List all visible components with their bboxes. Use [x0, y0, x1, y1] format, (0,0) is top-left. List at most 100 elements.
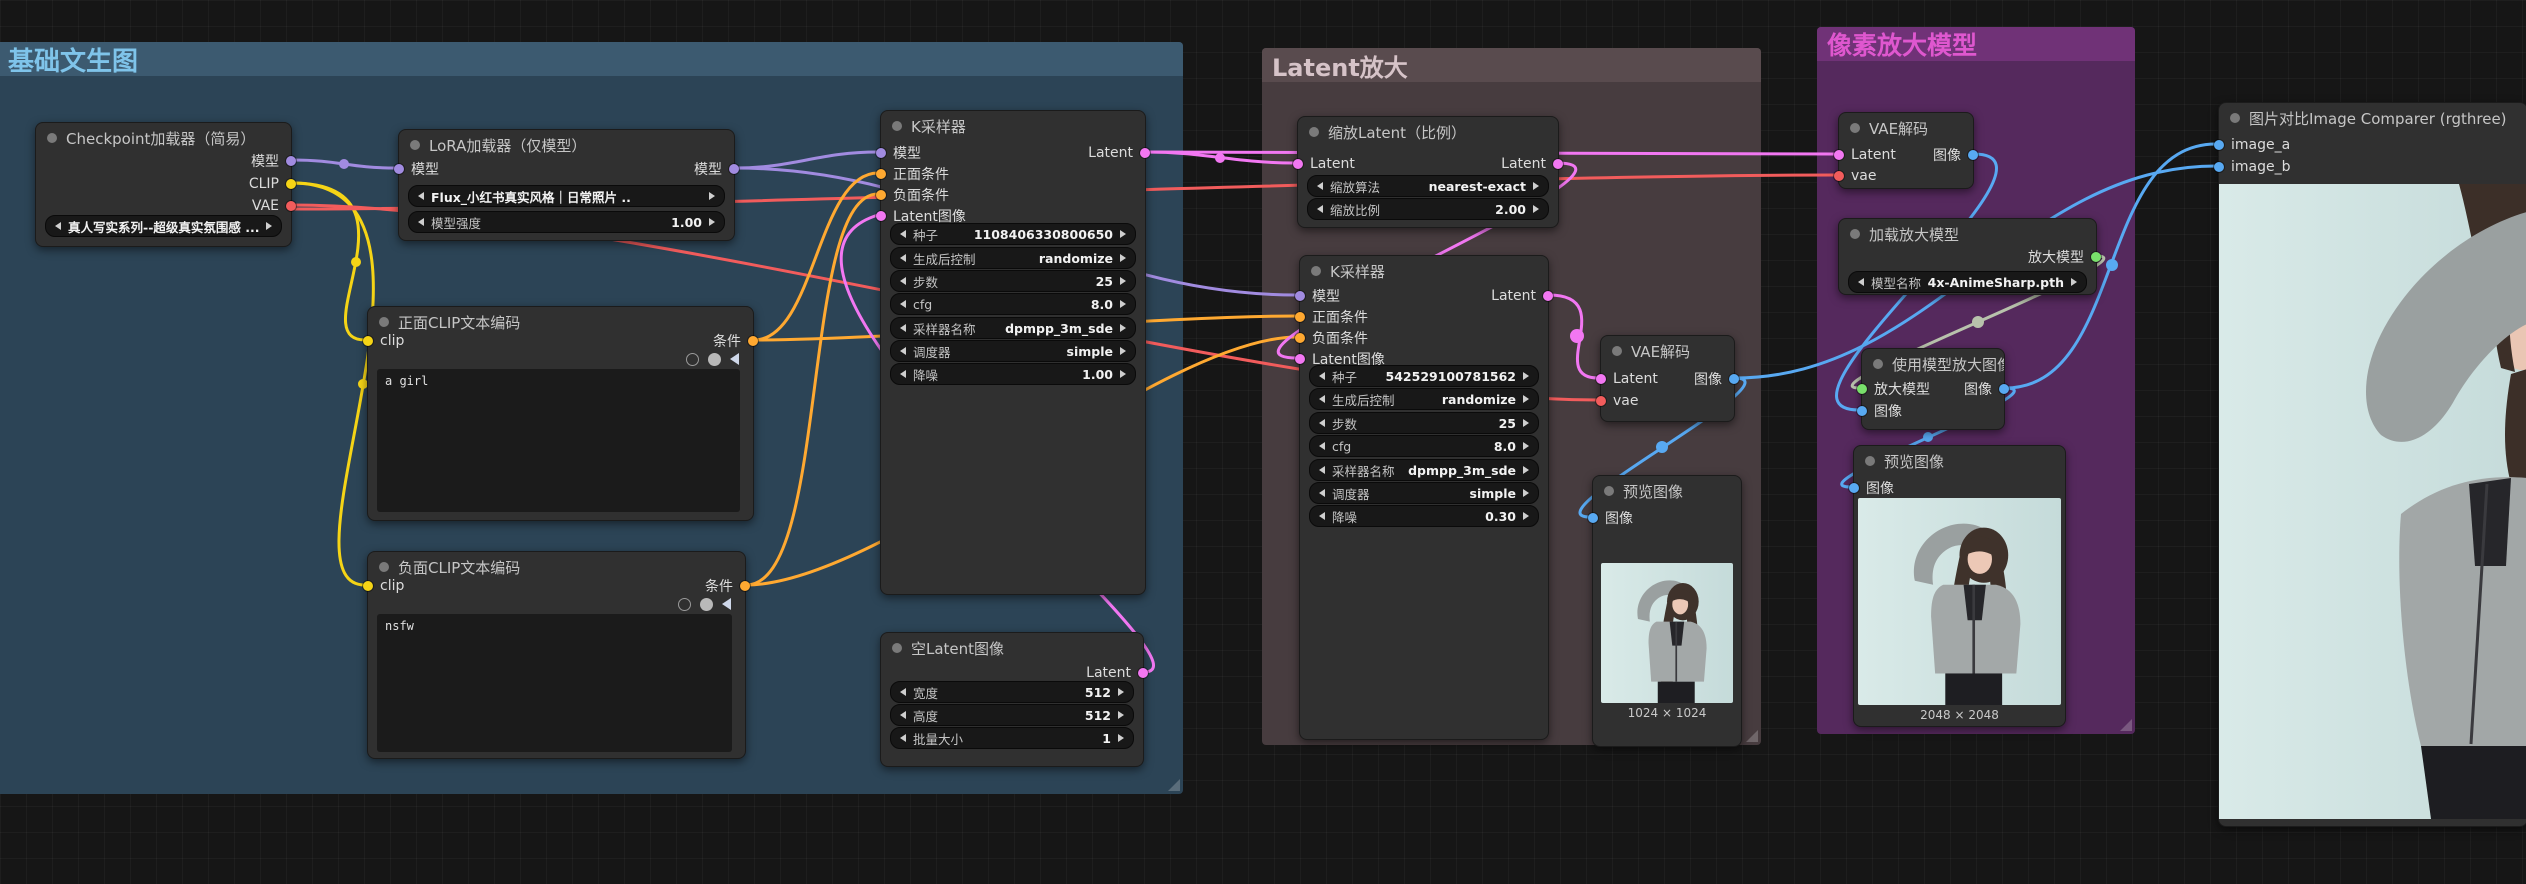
- group-resize-handle[interactable]: [2120, 719, 2132, 731]
- input-port-image[interactable]: 图像: [1849, 480, 1894, 496]
- node-title-bar[interactable]: 负面CLIP文本编码: [368, 552, 745, 582]
- increment-arrow-icon[interactable]: [1523, 489, 1529, 497]
- output-port-vae[interactable]: VAE: [252, 198, 296, 214]
- prev-arrow-icon[interactable]: [418, 192, 424, 200]
- next-arrow-icon[interactable]: [2071, 278, 2077, 286]
- vae-port-icon[interactable]: [1596, 396, 1606, 406]
- node-lora-loader[interactable]: LoRA加载器（仅模型） 模型 模型 Flux_小红书真实风格｜日常照片 .. …: [398, 129, 735, 241]
- latent-port-icon[interactable]: [1543, 291, 1553, 301]
- conditioning-port-icon[interactable]: [1295, 312, 1305, 322]
- increment-arrow-icon[interactable]: [1120, 300, 1126, 308]
- upscale-model-port-icon[interactable]: [1857, 384, 1867, 394]
- increment-arrow-icon[interactable]: [1523, 466, 1529, 474]
- node-latent-upscale[interactable]: 缩放Latent（比例） Latent Latent 缩放算法 nearest-…: [1297, 116, 1559, 228]
- node-ksampler-1[interactable]: K采样器 模型 正面条件 负面条件 Latent图像 Latent 种子 110…: [880, 110, 1146, 595]
- batch-size-widget[interactable]: 批量大小 1: [890, 727, 1134, 749]
- sampler-name-widget[interactable]: 采样器名称 dpmpp_3m_sde: [890, 317, 1136, 339]
- increment-arrow-icon[interactable]: [1120, 324, 1126, 332]
- decrement-arrow-icon[interactable]: [1317, 205, 1323, 213]
- speaker-icon[interactable]: [722, 598, 731, 610]
- height-widget[interactable]: 高度 512: [890, 704, 1134, 726]
- output-port-latent[interactable]: Latent: [1501, 156, 1563, 172]
- node-title-bar[interactable]: LoRA加载器（仅模型）: [399, 130, 734, 160]
- decrement-arrow-icon[interactable]: [900, 277, 906, 285]
- conditioning-port-icon[interactable]: [740, 581, 750, 591]
- group-title-pixel-upscale[interactable]: 像素放大模型: [1817, 27, 2135, 61]
- vae-port-icon[interactable]: [286, 201, 296, 211]
- latent-port-icon[interactable]: [876, 211, 886, 221]
- latent-port-icon[interactable]: [1553, 159, 1563, 169]
- ring-icon[interactable]: [686, 353, 699, 366]
- decrement-arrow-icon[interactable]: [900, 370, 906, 378]
- decrement-arrow-icon[interactable]: [1319, 372, 1325, 380]
- input-port-vae[interactable]: vae: [1596, 393, 1638, 409]
- decrement-arrow-icon[interactable]: [900, 254, 906, 262]
- sampler-name-widget[interactable]: 采样器名称 dpmpp_3m_sde: [1309, 459, 1539, 481]
- node-empty-latent[interactable]: 空Latent图像 Latent 宽度 512 高度 512 批量大小 1: [880, 632, 1144, 767]
- increment-arrow-icon[interactable]: [1523, 395, 1529, 403]
- latent-port-icon[interactable]: [1138, 668, 1148, 678]
- node-preview-image-1024[interactable]: 预览图像 图像 1024 × 1024: [1592, 475, 1742, 747]
- cfg-widget[interactable]: cfg 8.0: [890, 293, 1136, 315]
- node-title-bar[interactable]: VAE解码: [1839, 113, 1973, 143]
- collapse-dot-icon[interactable]: [1309, 127, 1319, 137]
- increment-arrow-icon[interactable]: [709, 218, 715, 226]
- output-port-upscale-model[interactable]: 放大模型: [2028, 249, 2101, 265]
- decrement-arrow-icon[interactable]: [900, 230, 906, 238]
- collapse-dot-icon[interactable]: [892, 643, 902, 653]
- input-port-positive[interactable]: 正面条件: [876, 166, 949, 182]
- image-port-icon[interactable]: [2214, 140, 2224, 150]
- output-port-latent[interactable]: Latent: [1088, 145, 1150, 161]
- node-vae-decode-a[interactable]: VAE解码 Latent vae 图像: [1600, 335, 1735, 422]
- textarea-toolbar[interactable]: [678, 598, 731, 610]
- seed-widget[interactable]: 种子 542529100781562: [1309, 365, 1539, 387]
- group-resize-handle[interactable]: [1746, 730, 1758, 742]
- decrement-arrow-icon[interactable]: [1319, 395, 1325, 403]
- output-port-latent[interactable]: Latent: [1491, 288, 1553, 304]
- input-port-image[interactable]: 图像: [1857, 403, 1902, 419]
- input-port-negative[interactable]: 负面条件: [876, 187, 949, 203]
- ckpt-name-widget[interactable]: 真人写实系列--超级真实氛围感 ...: [45, 215, 282, 237]
- output-port-model[interactable]: 模型: [251, 153, 296, 169]
- model-name-widget[interactable]: 模型名称 4x-AnimeSharp.pth: [1848, 271, 2087, 293]
- increment-arrow-icon[interactable]: [1533, 182, 1539, 190]
- upscale-model-port-icon[interactable]: [2091, 252, 2101, 262]
- image-port-icon[interactable]: [2214, 162, 2224, 172]
- decrement-arrow-icon[interactable]: [900, 711, 906, 719]
- node-checkpoint-loader[interactable]: Checkpoint加载器（简易） 模型 CLIP VAE 真人写实系列--超级…: [35, 122, 292, 247]
- model-port-icon[interactable]: [876, 148, 886, 158]
- prev-arrow-icon[interactable]: [1858, 278, 1864, 286]
- image-port-icon[interactable]: [1999, 384, 2009, 394]
- input-port-image-b[interactable]: image_b: [2214, 159, 2291, 175]
- increment-arrow-icon[interactable]: [1118, 734, 1124, 742]
- input-port-latent[interactable]: Latent: [1596, 371, 1658, 387]
- input-port-upscale-model[interactable]: 放大模型: [1857, 381, 1930, 397]
- width-widget[interactable]: 宽度 512: [890, 681, 1134, 703]
- group-title-latent-upscale[interactable]: Latent放大: [1262, 48, 1761, 82]
- collapse-dot-icon[interactable]: [47, 133, 57, 143]
- steps-widget[interactable]: 步数 25: [890, 270, 1136, 292]
- input-port-model[interactable]: 模型: [394, 161, 439, 177]
- denoise-widget[interactable]: 降噪 0.30: [1309, 505, 1539, 527]
- clip-port-icon[interactable]: [363, 336, 373, 346]
- model-port-icon[interactable]: [729, 164, 739, 174]
- collapse-dot-icon[interactable]: [1865, 456, 1875, 466]
- model-port-icon[interactable]: [1295, 291, 1305, 301]
- collapse-dot-icon[interactable]: [1612, 346, 1622, 356]
- output-port-latent[interactable]: Latent: [1086, 665, 1148, 681]
- decrement-arrow-icon[interactable]: [900, 324, 906, 332]
- image-port-icon[interactable]: [1857, 406, 1867, 416]
- input-port-model[interactable]: 模型: [876, 145, 921, 161]
- conditioning-port-icon[interactable]: [876, 169, 886, 179]
- node-title-bar[interactable]: K采样器: [881, 111, 1145, 141]
- node-title-bar[interactable]: 缩放Latent（比例）: [1298, 117, 1558, 147]
- scale-ratio-widget[interactable]: 缩放比例 2.00: [1307, 198, 1549, 220]
- increment-arrow-icon[interactable]: [1120, 254, 1126, 262]
- node-image-comparer[interactable]: 图片对比Image Comparer (rgthree) image_a ima…: [2218, 102, 2526, 827]
- preview-thumbnail[interactable]: [1858, 498, 2061, 705]
- upscale-method-widget[interactable]: 缩放算法 nearest-exact: [1307, 175, 1549, 197]
- prev-arrow-icon[interactable]: [55, 222, 61, 230]
- seed-widget[interactable]: 种子 1108406330800650: [890, 223, 1136, 245]
- node-title-bar[interactable]: 正面CLIP文本编码: [368, 307, 753, 337]
- decrement-arrow-icon[interactable]: [418, 218, 424, 226]
